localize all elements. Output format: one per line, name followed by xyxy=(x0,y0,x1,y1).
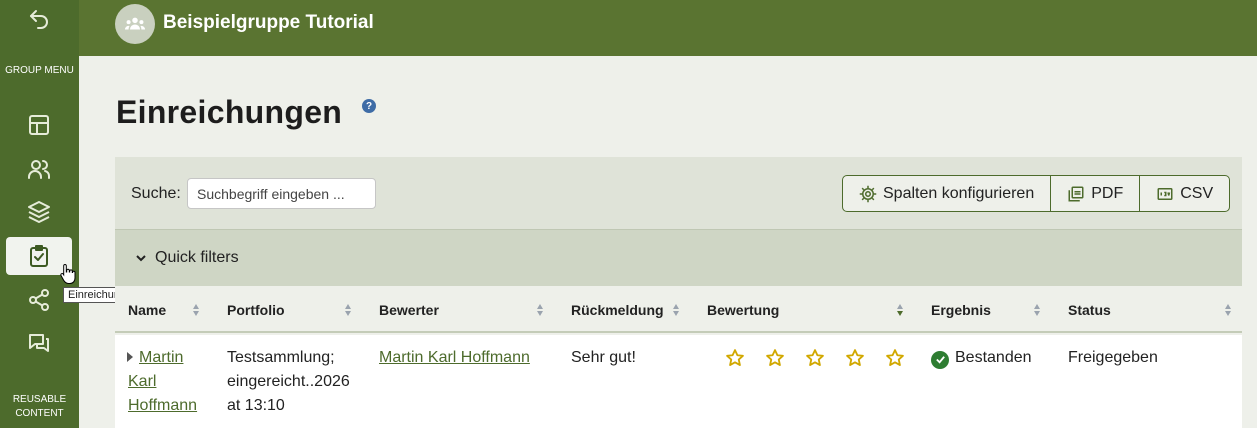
column-header-status[interactable]: Status xyxy=(1068,302,1111,318)
portfolio-text: at 13:10 xyxy=(227,397,285,414)
cell-rueckmeldung: Sehr gut! xyxy=(571,349,636,366)
group-title[interactable]: Beispielgruppe Tutorial xyxy=(163,12,374,34)
quick-filters-toggle[interactable]: Quick filters xyxy=(115,229,1242,286)
group-menu-label: GROUP MENU xyxy=(5,65,74,76)
result-text: Bestanden xyxy=(955,349,1032,366)
toolbar: Suche: Spalten konfigurieren PDF CSV xyxy=(115,157,1242,229)
csv-button[interactable]: CSV xyxy=(1140,176,1229,211)
sort-desc-icon[interactable] xyxy=(896,302,904,318)
star-icon[interactable] xyxy=(805,348,825,368)
star-icon[interactable] xyxy=(725,348,745,368)
portfolio-text: eingereicht..2026 xyxy=(227,373,350,390)
pdf-button[interactable]: PDF xyxy=(1051,176,1141,211)
cell-ergebnis: Bestanden xyxy=(931,346,1032,370)
column-header-rueckmeldung[interactable]: Rückmeldung xyxy=(571,302,664,318)
sort-icon[interactable] xyxy=(1224,302,1232,318)
sort-icon[interactable] xyxy=(1033,302,1041,318)
help-icon[interactable]: ? xyxy=(362,99,376,113)
forum-icon[interactable] xyxy=(6,324,72,362)
page-title: Einreichungen xyxy=(116,94,343,130)
quick-filters-label: Quick filters xyxy=(155,249,239,266)
cell-portfolio: Testsammlung; eingereicht..2026 at 13:10 xyxy=(227,346,350,418)
table-header: Name Portfolio Bewerter Rückmeldung Bewe… xyxy=(115,286,1242,333)
search-input[interactable] xyxy=(187,178,376,209)
table-row: Martin Karl Hoffmann Testsammlung; einge… xyxy=(115,335,1242,428)
pdf-label: PDF xyxy=(1091,184,1124,202)
column-header-bewerter[interactable]: Bewerter xyxy=(379,302,439,318)
reusable-content-label: REUSABLE CONTENT xyxy=(12,394,67,419)
dashboard-icon[interactable] xyxy=(6,106,72,144)
group-header: Beispielgruppe Tutorial xyxy=(79,0,1257,56)
configure-columns-button[interactable]: Spalten konfigurieren xyxy=(843,176,1052,211)
search-label: Suche: xyxy=(131,185,181,202)
csv-icon xyxy=(1157,187,1173,200)
cell-name: Martin Karl Hoffmann xyxy=(128,346,197,418)
student-name-link[interactable]: Karl xyxy=(128,373,156,390)
sidebar: GROUP MENU REUSABLE CONTENT xyxy=(0,0,79,428)
group-avatar[interactable] xyxy=(115,4,155,44)
check-circle-icon xyxy=(931,350,949,369)
cell-bewerter: Martin Karl Hoffmann xyxy=(379,346,530,370)
members-icon[interactable] xyxy=(6,150,72,188)
portfolio-text: Testsammlung; xyxy=(227,349,335,366)
group-icon xyxy=(124,17,146,30)
column-header-bewertung[interactable]: Bewertung xyxy=(707,302,779,318)
hand-cursor-icon xyxy=(60,263,76,284)
star-icon[interactable] xyxy=(765,348,785,368)
column-header-portfolio[interactable]: Portfolio xyxy=(227,302,285,318)
cell-status: Freigegeben xyxy=(1068,349,1158,366)
star-icon[interactable] xyxy=(845,348,865,368)
pdf-icon xyxy=(1068,186,1084,201)
gear-icon xyxy=(859,185,877,202)
export-button-group: Spalten konfigurieren PDF CSV xyxy=(842,175,1231,212)
sort-icon[interactable] xyxy=(192,302,200,318)
sort-icon[interactable] xyxy=(672,302,680,318)
student-name-link[interactable]: Hoffmann xyxy=(128,397,197,414)
configure-columns-label: Spalten konfigurieren xyxy=(883,184,1035,202)
back-icon[interactable] xyxy=(6,0,72,38)
sort-icon[interactable] xyxy=(344,302,352,318)
column-header-ergebnis[interactable]: Ergebnis xyxy=(931,302,991,318)
sort-icon[interactable] xyxy=(536,302,544,318)
star-icon[interactable] xyxy=(885,348,905,368)
layers-icon[interactable] xyxy=(6,193,72,231)
student-name-link[interactable]: Martin xyxy=(139,349,183,366)
csv-label: CSV xyxy=(1180,184,1214,202)
column-header-name[interactable]: Name xyxy=(128,302,166,318)
assessor-link[interactable]: Martin Karl Hoffmann xyxy=(379,349,530,366)
chevron-down-icon xyxy=(136,255,146,262)
